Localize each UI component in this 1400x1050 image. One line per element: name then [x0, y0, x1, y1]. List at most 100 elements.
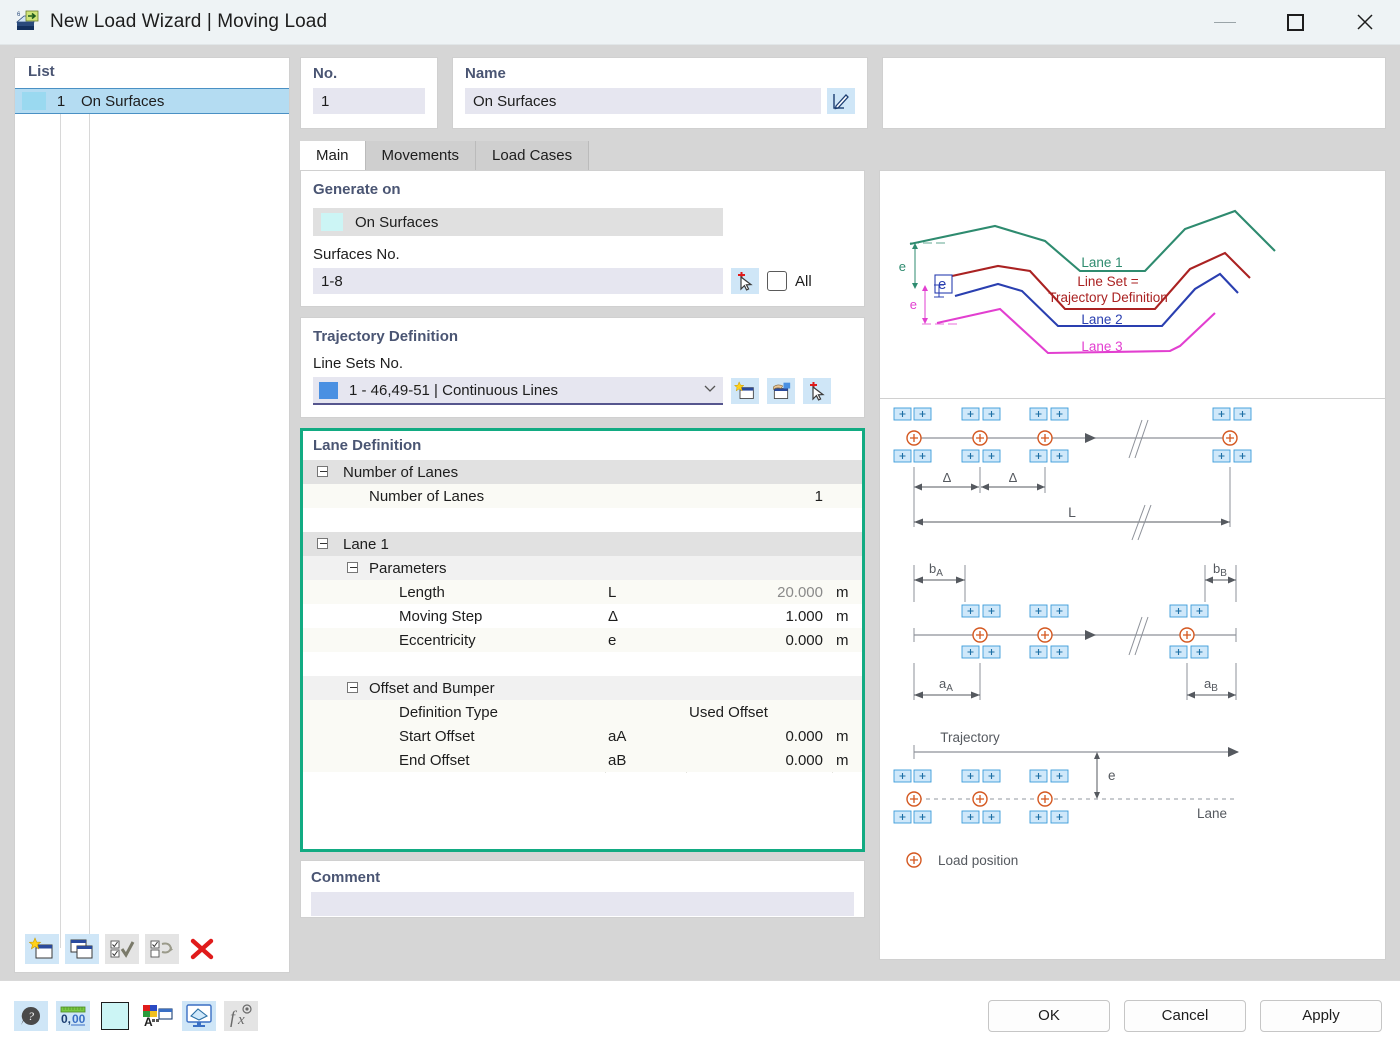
name-input[interactable]: On Surfaces — [465, 88, 822, 114]
collapse-expander-icon[interactable] — [317, 466, 328, 477]
list-item[interactable]: 1 On Surfaces — [15, 88, 289, 114]
tree-subgroup-header[interactable]: Parameters — [303, 556, 862, 580]
tree-row[interactable]: Length L 20.000 m — [303, 580, 862, 604]
trajectory-label: Trajectory — [940, 730, 1000, 745]
dialog-window: 6 New Load Wizard | Moving Load List 1 O… — [0, 0, 1400, 1050]
close-button[interactable] — [1330, 0, 1400, 45]
cancel-button[interactable]: Cancel — [1124, 999, 1246, 1032]
maximize-button[interactable] — [1260, 0, 1330, 45]
new-line-set-button[interactable] — [731, 378, 759, 404]
tree-row-value[interactable]: 1.000 — [689, 608, 829, 625]
tree-row-label: Moving Step — [399, 607, 483, 625]
tree-row-value[interactable]: 20.000 — [689, 584, 829, 601]
aB-label: aB — [1204, 676, 1218, 694]
tree-row-value[interactable]: Used Offset — [689, 704, 768, 721]
new-item-icon — [29, 937, 53, 959]
help-button[interactable]: ? — [14, 1000, 48, 1031]
edit-line-set-button[interactable] — [767, 378, 795, 404]
line-set-color-swatch — [319, 381, 338, 399]
tree-group-header[interactable]: Lane 1 — [303, 532, 862, 556]
tree-row-unit: m — [836, 583, 849, 601]
view-settings-button[interactable] — [182, 1000, 216, 1031]
comment-input[interactable] — [311, 892, 854, 916]
minimize-icon — [1214, 21, 1236, 23]
all-surfaces-checkbox[interactable] — [767, 271, 787, 291]
list-grid: 1 On Surfaces — [15, 88, 289, 948]
surfaces-no-label: Surfaces No. — [313, 246, 400, 263]
minimize-button[interactable] — [1190, 0, 1260, 45]
tree-group-header[interactable]: Number of Lanes — [303, 460, 862, 484]
color-swatch-button[interactable] — [98, 1001, 132, 1031]
tab-load-cases[interactable]: Load Cases — [476, 141, 590, 170]
diagram-pane: e e e Lane 1 Line Set = Trajectory Defin… — [879, 170, 1386, 960]
tree-subgroup-header[interactable]: Offset and Bumper — [303, 676, 862, 700]
svg-text:A: A — [144, 1015, 153, 1029]
tree-row-label: End Offset — [399, 751, 470, 769]
line-sets-value: 1 - 46,49-51 | Continuous Lines — [349, 381, 559, 399]
tree-row-symbol: aA — [608, 727, 627, 745]
apply-button[interactable]: Apply — [1260, 999, 1382, 1032]
surfaces-no-input[interactable]: 1-8 — [313, 268, 723, 294]
tab-main[interactable]: Main — [300, 141, 366, 170]
tree-row[interactable]: Definition Type Used Offset — [303, 700, 862, 724]
maximize-icon — [1286, 13, 1304, 31]
no-input[interactable]: 1 — [313, 88, 425, 114]
lane-label: Lane — [1197, 806, 1227, 821]
tree-row-value[interactable]: 0.000 — [689, 728, 829, 745]
collapse-expander-icon[interactable] — [347, 682, 358, 693]
tree-row[interactable]: Moving Step Δ 1.000 m — [303, 604, 862, 628]
collapse-expander-icon[interactable] — [317, 538, 328, 549]
pick-line-set-button[interactable] — [803, 378, 831, 404]
svg-text:6: 6 — [17, 12, 21, 18]
list-header: List — [28, 63, 55, 80]
tab-bar: Main Movements Load Cases — [300, 141, 1386, 170]
svg-text:f: f — [230, 1007, 238, 1027]
lane-parameters-diagram: Δ Δ L bA bB aA aB Trajectory e Lane Load… — [880, 400, 1385, 959]
copy-item-icon — [70, 939, 93, 959]
new-item-button[interactable] — [25, 934, 59, 964]
collapse-expander-icon[interactable] — [347, 562, 358, 573]
dialog-body: List 1 On Surfaces No. 1 Name On Surface… — [0, 45, 1400, 980]
lane-definition-title: Lane Definition — [313, 437, 422, 454]
tree-row[interactable]: End Offset aB 0.000 m — [303, 748, 862, 772]
edit-line-set-icon — [773, 382, 791, 399]
tree-row-value[interactable]: 1 — [689, 488, 829, 505]
copy-item-button[interactable] — [65, 934, 99, 964]
name-edit-button[interactable] — [827, 88, 855, 114]
delete-item-icon — [190, 938, 214, 960]
line-sets-combobox[interactable]: 1 - 46,49-51 | Continuous Lines — [313, 377, 723, 405]
line-sets-label: Line Sets No. — [313, 355, 404, 372]
no-label: No. — [313, 65, 338, 82]
pick-surfaces-button[interactable] — [731, 268, 759, 294]
list-item-label: On Surfaces — [81, 92, 165, 110]
tree-row[interactable]: Start Offset aA 0.000 m — [303, 724, 862, 748]
color-swatch-icon — [101, 1001, 129, 1030]
tree-row[interactable]: Number of Lanes 1 — [303, 484, 862, 508]
tree-row-unit: m — [836, 751, 849, 769]
bA-label: bA — [929, 561, 943, 579]
no-field-group: No. 1 — [300, 57, 438, 129]
list-item-color-swatch — [22, 92, 46, 110]
tree-group-label: Number of Lanes — [343, 463, 459, 481]
tree-row-value[interactable]: 0.000 — [689, 752, 829, 769]
comment-group: Comment — [300, 860, 865, 918]
invert-selection-button[interactable] — [145, 934, 179, 964]
tree-row-value[interactable]: 0.000 — [689, 632, 829, 649]
header-blank-area — [882, 57, 1386, 129]
name-field-group: Name On Surfaces — [452, 57, 868, 129]
ok-button[interactable]: OK — [988, 999, 1110, 1032]
delete-item-button[interactable] — [185, 934, 219, 964]
lanes-overview-diagram: e e e Lane 1 Line Set = Trajectory Defin… — [880, 171, 1385, 399]
tab-movements[interactable]: Movements — [365, 141, 477, 170]
select-all-button[interactable] — [105, 934, 139, 964]
header-fields: No. 1 Name On Surfaces — [300, 57, 1386, 129]
formula-button[interactable]: f x — [224, 1000, 258, 1031]
units-button[interactable]: 0, 00 — [56, 1000, 90, 1031]
pick-with-cursor-icon — [738, 272, 753, 291]
generate-on-selection[interactable]: On Surfaces — [313, 208, 723, 236]
display-properties-button[interactable]: A — [140, 1001, 174, 1031]
load-position-legend-label: Load position — [938, 853, 1018, 868]
trajectory-group: Trajectory Definition Line Sets No. 1 - … — [300, 317, 865, 418]
tree-row-symbol: aB — [608, 751, 627, 769]
tree-row[interactable]: Eccentricity e 0.000 m — [303, 628, 862, 652]
